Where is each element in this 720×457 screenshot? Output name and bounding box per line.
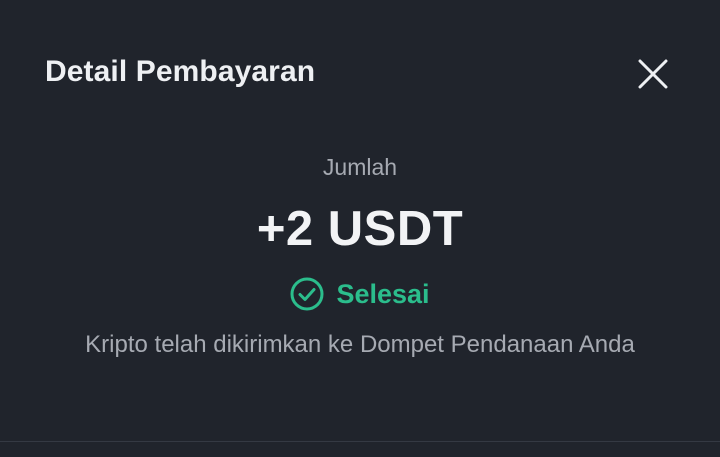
check-circle-icon bbox=[290, 277, 324, 311]
amount-value: +2 USDT bbox=[256, 202, 464, 256]
payment-summary: Jumlah +2 USDT Selesai Kripto telah diki… bbox=[0, 150, 720, 362]
status-badge: Selesai bbox=[290, 274, 430, 314]
status-label: Selesai bbox=[336, 278, 430, 309]
amount-label: Jumlah bbox=[322, 154, 398, 180]
dialog-title: Detail Pembayaran bbox=[45, 55, 316, 88]
payment-detail-dialog: Detail Pembayaran Jumlah +2 USDT Selesai… bbox=[0, 0, 720, 457]
divider bbox=[0, 441, 720, 442]
close-icon bbox=[638, 59, 668, 89]
close-button[interactable] bbox=[632, 53, 674, 95]
status-note: Kripto telah dikirimkan ke Dompet Pendan… bbox=[85, 331, 635, 358]
